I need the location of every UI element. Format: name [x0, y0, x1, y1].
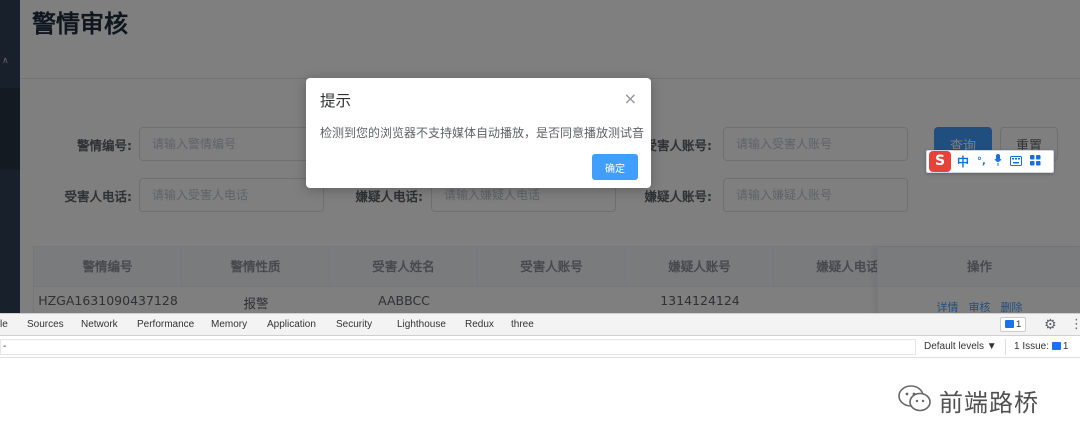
confirm-button[interactable]: 确定	[592, 154, 638, 180]
issues-counter[interactable]: 1 Issue: 1	[1005, 339, 1068, 355]
issues-label: 1 Issue:	[1014, 341, 1050, 352]
tab-lighthouse[interactable]: Lighthouse	[397, 319, 446, 330]
wechat-logo-icon	[897, 384, 933, 418]
dialog-message: 检测到您的浏览器不支持媒体自动播放，是否同意播放测试音	[320, 126, 645, 140]
dialog-title: 提示	[320, 92, 352, 110]
messages-badge[interactable]: 1	[1000, 317, 1027, 332]
tab-performance[interactable]: Performance	[137, 319, 194, 330]
tab-security[interactable]: Security	[336, 319, 372, 330]
issues-count: 1	[1062, 341, 1069, 352]
ime-toolbar[interactable]: S 中 °,	[926, 150, 1054, 173]
messages-count: 1	[1016, 319, 1022, 330]
keyboard-icon[interactable]	[1009, 155, 1022, 169]
sogou-logo-icon[interactable]: S	[929, 151, 951, 172]
issue-icon	[1051, 342, 1061, 351]
console-toolbar: - Default levels ▼ 1 Issue: 1	[0, 336, 1080, 358]
tab-console[interactable]: le	[0, 319, 8, 330]
devtools-tab-bar: le Sources Network Performance Memory Ap…	[0, 314, 1080, 336]
more-menu-icon[interactable]: ⋮	[1070, 317, 1080, 332]
console-filter-input[interactable]: -	[0, 339, 916, 355]
devtools-panel: le Sources Network Performance Memory Ap…	[0, 313, 1080, 358]
gear-icon[interactable]: ⚙	[1044, 317, 1057, 333]
tab-three[interactable]: three	[511, 319, 534, 330]
tab-sources[interactable]: Sources	[27, 319, 64, 330]
tab-network[interactable]: Network	[81, 319, 118, 330]
page-root: ∧ 警情审核 警情编号: 受害人账号: 查询 重置 受害人电话: 嫌疑人电话: …	[0, 0, 1080, 446]
grid-icon[interactable]	[1029, 154, 1041, 169]
ime-mode-toggle[interactable]: 中	[957, 153, 969, 170]
default-levels-dropdown[interactable]: Default levels ▼	[924, 341, 997, 352]
wechat-watermark: 前端路桥	[897, 383, 1039, 418]
app-viewport: ∧ 警情审核 警情编号: 受害人账号: 查询 重置 受害人电话: 嫌疑人电话: …	[0, 0, 1080, 313]
tab-redux[interactable]: Redux	[465, 319, 494, 330]
prompt-dialog: 提示 × 检测到您的浏览器不支持媒体自动播放，是否同意播放测试音 确定	[306, 78, 651, 188]
watermark-text: 前端路桥	[939, 389, 1039, 417]
tab-memory[interactable]: Memory	[211, 319, 247, 330]
message-icon	[1005, 320, 1014, 329]
microphone-icon[interactable]	[994, 154, 1002, 169]
tab-application[interactable]: Application	[267, 319, 316, 330]
close-icon[interactable]: ×	[624, 89, 637, 108]
ime-punct-toggle[interactable]: °,	[977, 156, 986, 167]
